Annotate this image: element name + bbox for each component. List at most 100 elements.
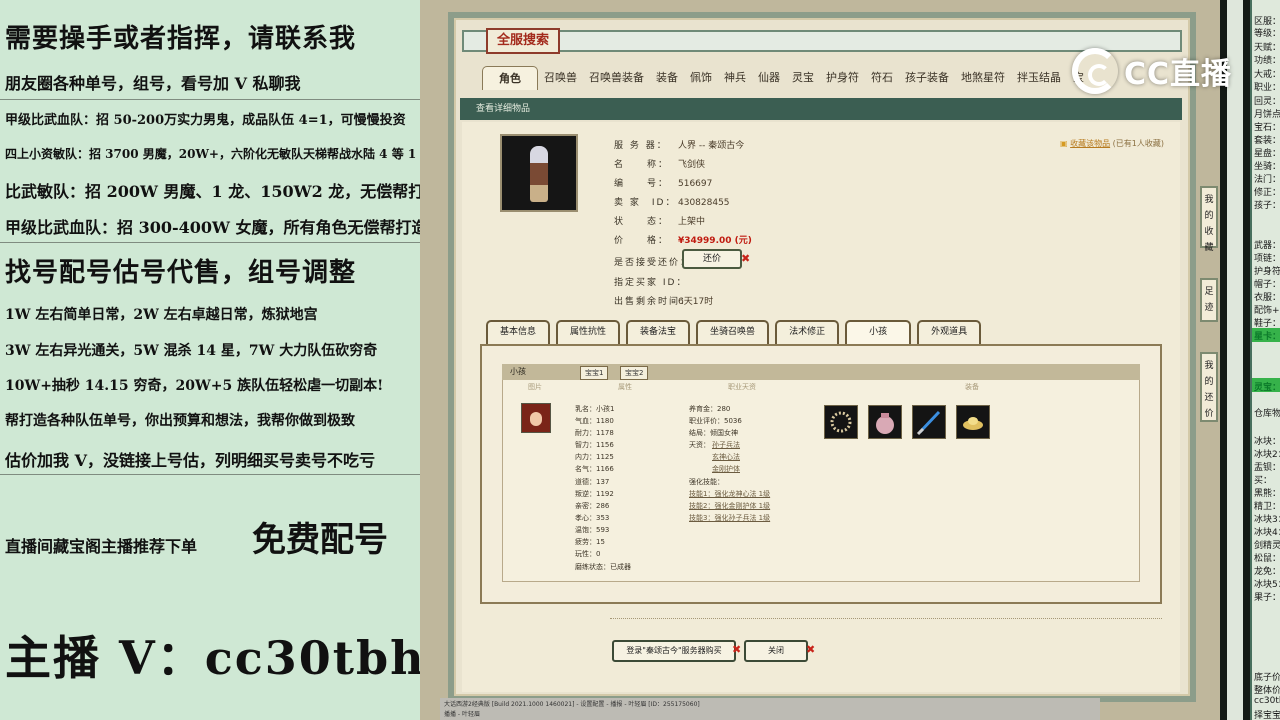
child-stat: 叛逆：1192 [575,490,614,498]
side-button-favorites[interactable]: 我的收藏 [1200,186,1218,253]
child-stat: 乳名：小孩1 [575,405,615,413]
tab-child-1[interactable]: 宝宝1 [580,366,609,380]
note-item: 冰块5： [1254,580,1280,590]
child-prof: 结局：倾国女神 [689,429,738,437]
note-item: cc30tbh [1254,696,1280,706]
note-item: 灵宝： [1254,383,1280,393]
info-server: 服 务 器： 人界 -- 秦颂古今 [614,138,744,151]
window-title: 全服搜索 [486,28,560,54]
note-item: 冰块3： [1254,515,1280,525]
promo-line: 估价加我 V，没链接上号估，列明细买号卖号不吃亏 [5,451,375,470]
tab-spirit-treasure[interactable]: 灵宝 [786,66,820,90]
close-button[interactable]: 关闭 [744,640,808,662]
column-header: 装备 [965,383,979,391]
taskbar: 大话西游2经典版 [Build 2021.1000 1460021] - 设置配… [440,698,1100,720]
subtab-attributes[interactable]: 属性抗性 [556,320,621,344]
divider [610,618,1162,619]
info-id: 编 号： 516697 [614,176,712,189]
note-item: 帽子： [1254,280,1280,290]
cc-live-logo: CC直播 [1072,44,1232,98]
info-name: 名 称： 飞剑侠 [614,157,705,170]
note-item: 择宝宝： [1254,711,1280,720]
child-stat: 内力：1125 [575,453,614,461]
equip-slot-ingot[interactable] [956,405,990,439]
info-value: 6天17时 [678,297,714,307]
info-time: 出售剩余时间：6天17时 [614,294,713,307]
favorite-count: (已有1人收藏) [1112,139,1164,148]
note-item: 底子价： [1254,673,1280,683]
side-button-footprints[interactable]: 足迹 [1200,278,1218,322]
character-portrait [500,134,578,212]
child-stat: 疲劳：15 [575,538,605,546]
note-item: 鞋子： [1254,319,1280,329]
subtab-child[interactable]: 小孩 [845,320,912,344]
info-status: 状 态： 上架中 [614,214,705,227]
tab-summon[interactable]: 召唤兽 [538,66,583,90]
note-item: 龙免： [1254,567,1280,577]
tab-role[interactable]: 角色 [482,66,538,90]
necklace-icon [830,411,852,433]
character-figure [530,146,548,202]
side-button-my-offers[interactable]: 我的还价 [1200,352,1218,422]
tab-child-equipment[interactable]: 孩子装备 [899,66,955,90]
tab-divine-weapon[interactable]: 神兵 [718,66,752,90]
taskbar-item[interactable]: 大话西游2经典版 [Build 2021.1000 1460021] - 设置配… [444,699,700,708]
promo-line: 3W 左右异光通关，5W 混杀 14 星，7W 大力队伍砍穷奇 [5,343,378,359]
note-item: 孩子： [1254,201,1280,211]
child-stat: 磨练状态：已成器 [575,563,631,571]
tab-child-2[interactable]: 宝宝2 [620,366,649,380]
child-title: 小孩 [510,367,526,376]
haggle-button[interactable]: 还价 [682,249,742,269]
talent-link[interactable]: 孙子兵法 [712,440,740,450]
subtab-appearance[interactable]: 外观道具 [917,320,982,344]
tab-amulet[interactable]: 护身符 [820,66,865,90]
note-item: 职业： [1254,83,1280,93]
tab-summon-equipment[interactable]: 召唤兽装备 [583,66,650,90]
talent-link[interactable]: 玄神心法 [712,452,740,462]
subtab-equipment[interactable]: 装备法宝 [626,320,691,344]
tab-immortal-artifact[interactable]: 仙器 [752,66,786,90]
child-prof: 养育金：280 [689,405,731,413]
column-header: 职业天资 [728,383,756,391]
logo-text: CC直播 [1124,57,1233,92]
talent-link[interactable]: 金刚护体 [712,464,740,474]
info-buyer: 指定买家 ID： [614,275,685,288]
login-server-buy-button[interactable]: 登录"秦颂古今"服务器购买 [612,640,736,662]
note-item: 仓库物： [1254,409,1280,419]
tab-equipment[interactable]: 装备 [650,66,684,90]
cc-logo-icon [1072,48,1118,94]
skill-link[interactable]: 技能1：强化龙神心法 1级 [689,489,770,499]
tab-star-rune[interactable]: 地煞星符 [955,66,1011,90]
section-header: 查看详细物品 [460,98,1182,120]
child-stat: 温饱：593 [575,526,610,534]
promo-line: 甲级比武血队：招 300-400W 女魔，所有角色无偿帮打造 [5,218,428,237]
promo-headline: 找号配号估号代售，组号调整 [5,258,357,288]
equip-slot-pouch[interactable] [868,405,902,439]
detail-subtabs: 基本信息 属性抗性 装备法宝 坐骑召唤兽 法术修正 小孩 外观道具 [486,320,982,344]
equip-slot-necklace[interactable] [824,405,858,439]
equip-slot-weapon[interactable] [912,405,946,439]
note-item: 月饼点： [1254,110,1280,120]
subtab-mount-summon[interactable]: 坐骑召唤兽 [696,320,770,344]
note-item: 套装： [1254,136,1280,146]
skill-link[interactable]: 技能3：强化孙子兵法 1级 [689,513,770,523]
info-price: 价 格： ¥34999.00 (元) [614,233,752,246]
skill-link[interactable]: 技能2：强化金刚护体 1级 [689,501,770,511]
subtab-basic[interactable]: 基本信息 [486,320,551,344]
info-label: 编 号： [614,179,670,189]
promo-line: 比武敏队：招 200W 男魔、1 龙、150W2 龙，无偿帮打造 [5,182,441,201]
tab-rune-stone[interactable]: 符石 [865,66,899,90]
info-label: 状 态： [614,217,670,227]
tab-accessory[interactable]: 佩饰 [684,66,718,90]
info-seller: 卖 家 ID： 430828455 [614,195,730,208]
note-item: 回灵： [1254,97,1280,107]
tab-jade-crystal[interactable]: 拌玉结晶 [1011,66,1067,90]
subtab-spell-correction[interactable]: 法术修正 [775,320,840,344]
note-item: 武器： [1254,241,1280,251]
taskbar-item[interactable]: 播播 - 叶轻眉 [444,709,480,718]
note-item: 等级： [1254,29,1280,39]
divider [0,474,420,475]
favorite-link[interactable]: 收藏该物品 [1070,139,1110,148]
note-item: 宝石： [1254,123,1280,133]
promo-headline: 需要操手或者指挥，请联系我 [5,24,357,54]
